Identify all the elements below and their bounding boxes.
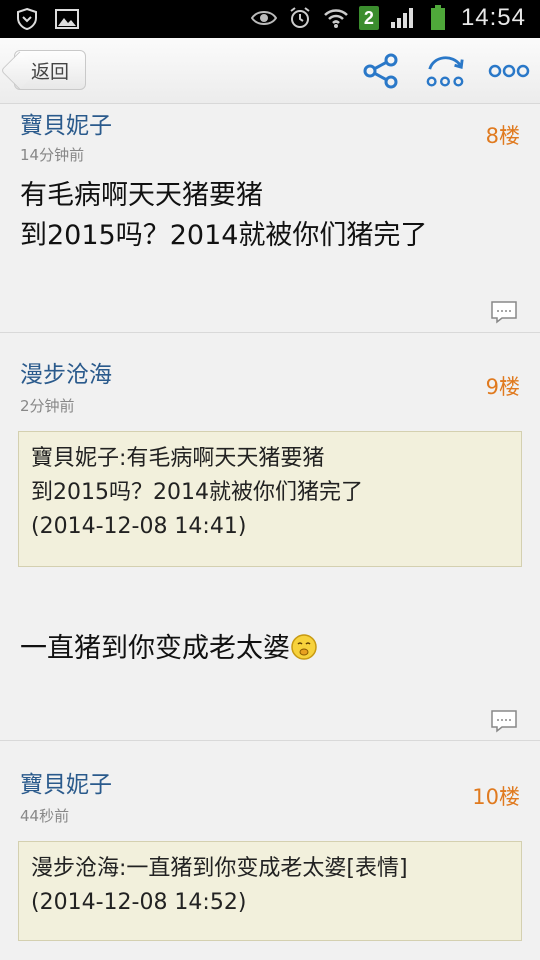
- battery-icon: [425, 5, 451, 31]
- post-author[interactable]: 漫步沧海: [20, 355, 112, 389]
- share-icon[interactable]: [360, 50, 402, 92]
- back-button[interactable]: 返回: [14, 50, 86, 90]
- comment-icon[interactable]: [490, 300, 518, 324]
- post-author[interactable]: 寶貝妮子: [20, 765, 112, 799]
- post-floor-9: 漫步沧海 2分钟前 9楼 寶貝妮子:有毛病啊天天猪要猪 到2015吗？2014就…: [0, 332, 540, 740]
- quote-line: 漫步沧海:一直猪到你变成老太婆[表情]: [31, 856, 408, 881]
- back-button-label: 返回: [31, 60, 70, 83]
- more-icon[interactable]: [488, 50, 530, 92]
- quoted-reply[interactable]: 漫步沧海:一直猪到你变成老太婆[表情] (2014-12-08 14:52): [18, 841, 522, 941]
- post-time: 14分钟前: [20, 146, 85, 164]
- quote-timestamp: (2014-12-08 14:41): [31, 514, 247, 539]
- quoted-reply[interactable]: 寶貝妮子:有毛病啊天天猪要猪 到2015吗？2014就被你们猪完了 (2014-…: [18, 431, 522, 567]
- eye-icon: [250, 5, 277, 31]
- floor-number: 10楼: [472, 785, 520, 809]
- post-time: 44秒前: [20, 807, 70, 825]
- floor-number: 9楼: [485, 375, 520, 399]
- shy-face-emoji-icon: [290, 633, 318, 661]
- signal-icon: [389, 5, 415, 31]
- comment-icon[interactable]: [490, 709, 518, 733]
- quote-timestamp: (2014-12-08 14:52): [31, 890, 247, 915]
- wifi-icon: [323, 5, 349, 31]
- post-content-text: 一直猪到你变成老太婆: [20, 633, 290, 664]
- post-content-line: 有毛病啊天天猪要猪: [20, 180, 263, 211]
- post-content-line: 到2015吗？2014就被你们猪完了: [20, 220, 428, 251]
- quote-line: 到2015吗？2014就被你们猪完了: [31, 480, 363, 505]
- clock: 14:54: [460, 4, 526, 31]
- top-nav-bar: 返回: [0, 38, 540, 104]
- post-author[interactable]: 寶貝妮子: [20, 106, 112, 140]
- quote-line: 寶貝妮子:有毛病啊天天猪要猪: [31, 446, 325, 471]
- post-content: 一直猪到你变成老太婆: [20, 629, 524, 669]
- alarm-icon: [287, 5, 313, 31]
- image-icon: [54, 6, 80, 32]
- shield-icon: [14, 6, 40, 32]
- post-content: 有毛病啊天天猪要猪 到2015吗？2014就被你们猪完了: [20, 176, 524, 256]
- post-floor-10: 寶貝妮子 44秒前 10楼 漫步沧海:一直猪到你变成老太婆[表情] (2014-…: [0, 740, 540, 960]
- sim-badge: 2: [358, 6, 379, 30]
- floor-number: 8楼: [485, 124, 520, 148]
- post-time: 2分钟前: [20, 397, 75, 415]
- post-floor-8: 寶貝妮子 14分钟前 8楼 有毛病啊天天猪要猪 到2015吗？2014就被你们猪…: [0, 104, 540, 332]
- reply-arrow-icon[interactable]: [424, 50, 466, 92]
- status-bar: 2 14:54: [0, 0, 540, 38]
